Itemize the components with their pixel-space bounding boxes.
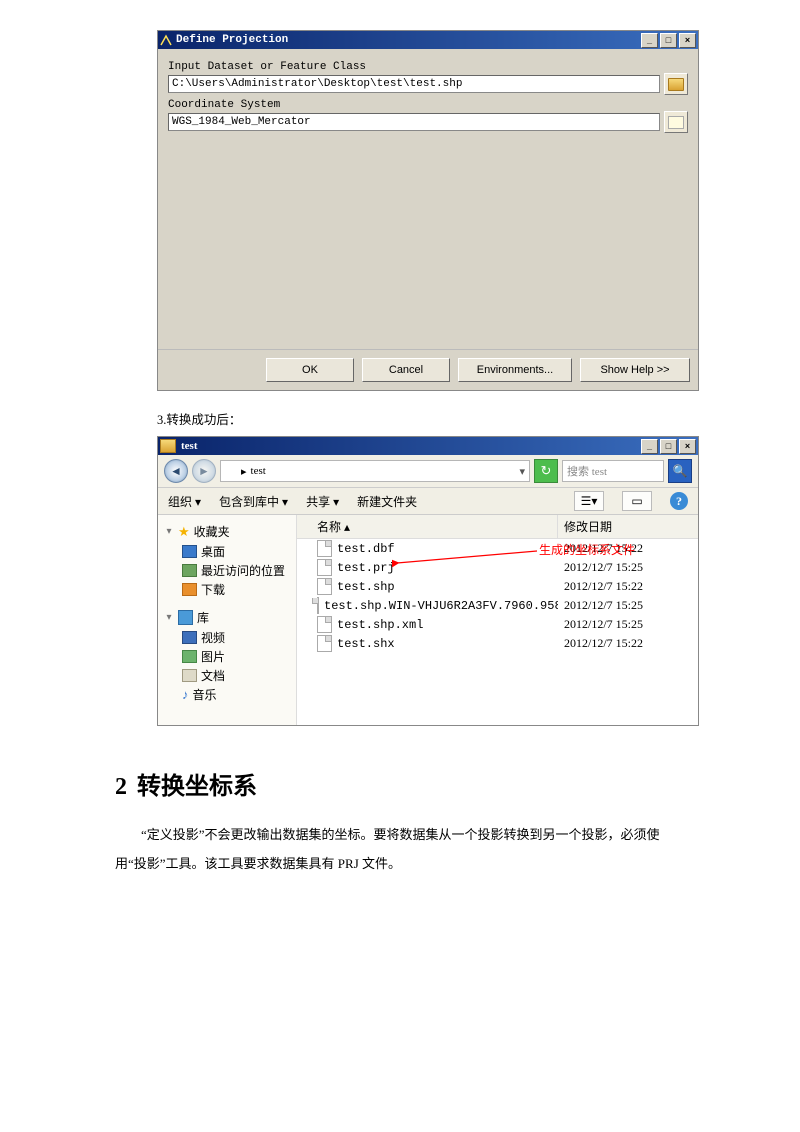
breadcrumb-sep: ▸ <box>241 465 247 478</box>
cancel-button[interactable]: Cancel <box>362 358 450 382</box>
help-button[interactable]: ? <box>670 492 688 510</box>
step-text: 3.转换成功后： <box>157 409 685 428</box>
folder-icon <box>668 78 684 91</box>
section-title: 转换坐标系 <box>137 774 257 800</box>
breadcrumb[interactable]: test <box>251 465 266 477</box>
file-icon <box>317 540 332 557</box>
tree-pictures[interactable]: 图片 <box>162 647 292 666</box>
toolbar-include[interactable]: 包含到库中 ▾ <box>219 493 288 510</box>
view-options-button[interactable]: ☰▾ <box>574 491 604 511</box>
tree-downloads[interactable]: 下载 <box>162 580 292 599</box>
file-icon <box>317 597 319 614</box>
explorer-filelist: 名称 ▴ 修改日期 test.dbf 2012/12/7 15:22 test.… <box>297 515 698 725</box>
list-header[interactable]: 名称 ▴ 修改日期 <box>297 515 698 539</box>
explorer-titlebar[interactable]: test _ □ × <box>158 437 698 455</box>
tree-recent[interactable]: 最近访问的位置 <box>162 561 292 580</box>
column-date[interactable]: 修改日期 <box>558 515 698 538</box>
file-row[interactable]: test.shx 2012/12/7 15:22 <box>297 634 698 653</box>
explorer-title: test <box>181 440 639 452</box>
file-icon <box>317 578 332 595</box>
file-icon <box>317 635 332 652</box>
show-help-button[interactable]: Show Help >> <box>580 358 690 382</box>
music-icon: ♪ <box>182 687 189 703</box>
folder-icon <box>160 439 176 453</box>
picture-icon <box>182 650 197 663</box>
toolbar-new-folder[interactable]: 新建文件夹 <box>357 493 417 510</box>
address-bar[interactable]: ▸ test ▾ <box>220 460 530 482</box>
file-row[interactable]: test.dbf 2012/12/7 15:22 <box>297 539 698 558</box>
toolbar-share[interactable]: 共享 ▾ <box>306 493 339 510</box>
file-icon <box>317 616 332 633</box>
tree-desktop[interactable]: 桌面 <box>162 542 292 561</box>
section-heading: 2 转换坐标系 <box>115 766 685 801</box>
tree-music[interactable]: ♪音乐 <box>162 685 292 704</box>
file-row[interactable]: test.prj 2012/12/7 15:25 <box>297 558 698 577</box>
video-icon <box>182 631 197 644</box>
coordinate-system-label: Coordinate System <box>168 99 688 111</box>
recent-icon <box>182 564 197 577</box>
document-icon <box>182 669 197 682</box>
downloads-icon <box>182 583 197 596</box>
search-button[interactable]: 🔍 <box>668 459 692 483</box>
dialog-icon <box>160 34 172 46</box>
toolbar-organize[interactable]: 组织 ▾ <box>168 493 201 510</box>
dialog-button-row: OK Cancel Environments... Show Help >> <box>158 349 698 390</box>
preview-button[interactable]: ▭ <box>622 491 652 511</box>
explorer-navbar: ◄ ► ▸ test ▾ ↻ 搜索 test 🔍 <box>158 455 698 488</box>
properties-icon <box>668 116 684 129</box>
close-button[interactable]: × <box>679 439 696 454</box>
tree-documents[interactable]: 文档 <box>162 666 292 685</box>
dialog-titlebar[interactable]: Define Projection _ □ × <box>158 31 698 49</box>
dialog-title: Define Projection <box>176 34 639 46</box>
desktop-icon <box>182 545 197 558</box>
environments-button[interactable]: Environments... <box>458 358 572 382</box>
star-icon: ★ <box>178 524 190 540</box>
explorer-tree: ▾★ 收藏夹 桌面 最近访问的位置 下载 ▾ 库 视频 图片 文档 ♪音乐 <box>158 515 297 725</box>
column-name[interactable]: 名称 ▴ <box>297 515 558 538</box>
address-dropdown-icon[interactable]: ▾ <box>519 465 525 478</box>
explorer-toolbar: 组织 ▾ 包含到库中 ▾ 共享 ▾ 新建文件夹 ☰▾ ▭ ? <box>158 488 698 515</box>
minimize-button[interactable]: _ <box>641 439 658 454</box>
folder-icon <box>225 466 237 476</box>
tree-favorites[interactable]: ▾★ 收藏夹 <box>162 521 292 542</box>
back-button[interactable]: ◄ <box>164 459 188 483</box>
coordinate-system-field[interactable]: WGS_1984_Web_Mercator <box>168 113 660 131</box>
file-icon <box>317 559 332 576</box>
browse-dataset-button[interactable] <box>664 73 688 95</box>
file-row[interactable]: test.shp.xml 2012/12/7 15:25 <box>297 615 698 634</box>
library-icon <box>178 610 193 625</box>
tree-libraries[interactable]: ▾ 库 <box>162 607 292 628</box>
close-button[interactable]: × <box>679 33 696 48</box>
section-number: 2 <box>115 774 127 800</box>
tree-videos[interactable]: 视频 <box>162 628 292 647</box>
minimize-button[interactable]: _ <box>641 33 658 48</box>
ok-button[interactable]: OK <box>266 358 354 382</box>
file-row[interactable]: test.shp 2012/12/7 15:22 <box>297 577 698 596</box>
input-dataset-field[interactable]: C:\Users\Administrator\Desktop\test\test… <box>168 75 660 93</box>
define-projection-dialog: Define Projection _ □ × Input Dataset or… <box>157 30 699 391</box>
input-dataset-label: Input Dataset or Feature Class <box>168 61 688 73</box>
maximize-button[interactable]: □ <box>660 439 677 454</box>
refresh-button[interactable]: ↻ <box>534 459 558 483</box>
file-row[interactable]: test.shp.WIN-VHJU6R2A3FV.7960.9584... 20… <box>297 596 698 615</box>
section-paragraph: “定义投影”不会更改输出数据集的坐标。要将数据集从一个投影转换到另一个投影，必须… <box>115 821 685 878</box>
forward-button[interactable]: ► <box>192 459 216 483</box>
search-placeholder: 搜索 test <box>567 463 607 479</box>
maximize-button[interactable]: □ <box>660 33 677 48</box>
explorer-window: test _ □ × ◄ ► ▸ test ▾ ↻ 搜索 test 🔍 组织 ▾… <box>157 436 699 726</box>
search-input[interactable]: 搜索 test <box>562 460 664 482</box>
coordinate-system-picker-button[interactable] <box>664 111 688 133</box>
